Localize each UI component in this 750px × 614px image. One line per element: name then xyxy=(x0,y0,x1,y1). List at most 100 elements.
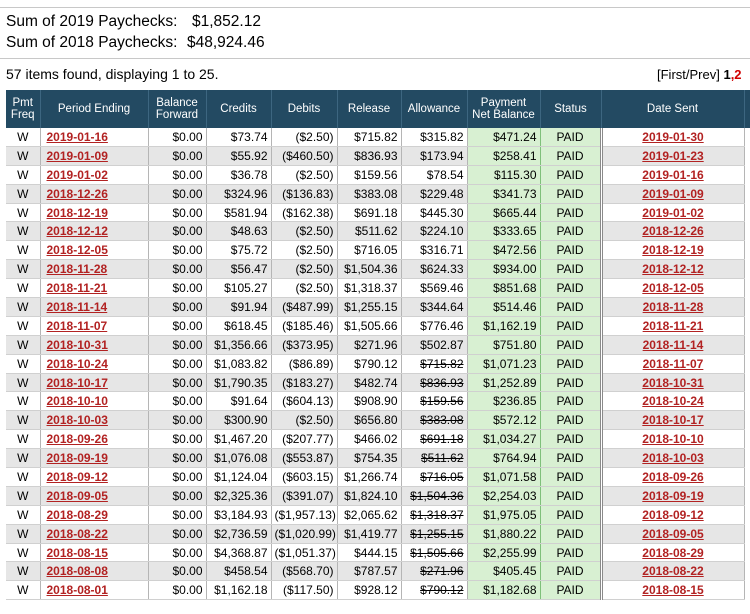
date-sent-link[interactable]: 2018-08-15 xyxy=(642,583,703,597)
date-sent-link[interactable]: 2018-12-26 xyxy=(642,224,703,238)
cell-release: $1,255.15 xyxy=(337,297,402,317)
date-sent-link[interactable]: 2018-12-19 xyxy=(642,243,703,257)
period-ending-link[interactable]: 2018-08-29 xyxy=(47,508,108,522)
period-ending-link[interactable]: 2018-10-31 xyxy=(47,338,108,352)
period-ending-link[interactable]: 2018-10-10 xyxy=(47,394,108,408)
cell-payment-net-balance: $1,162.19 xyxy=(466,316,541,336)
period-ending-link[interactable]: 2018-10-17 xyxy=(47,376,108,390)
period-ending-link[interactable]: 2018-12-12 xyxy=(47,224,108,238)
period-ending-link[interactable]: 2018-11-14 xyxy=(47,300,108,314)
pager-next-page-link[interactable]: ,2 xyxy=(731,67,742,82)
date-sent-link[interactable]: 2018-11-07 xyxy=(643,357,704,371)
cell-credits: $36.78 xyxy=(206,165,272,185)
date-sent-link[interactable]: 2018-09-26 xyxy=(642,470,703,484)
period-ending-link[interactable]: 2018-11-28 xyxy=(47,262,108,276)
date-sent-link[interactable]: 2018-09-05 xyxy=(642,527,703,541)
cell-payment-net-balance: $1,071.23 xyxy=(466,354,541,374)
cell-status: PAID xyxy=(540,297,603,317)
cell-debits: ($603.15) xyxy=(271,467,338,487)
period-ending-link[interactable]: 2018-09-12 xyxy=(47,470,108,484)
col-debits[interactable]: Debits xyxy=(271,90,338,128)
cell-pmt-freq: W xyxy=(6,373,41,393)
cell-payment-net-balance: $1,252.89 xyxy=(466,373,541,393)
col-pmt-freq[interactable]: Pmt Freq xyxy=(6,90,41,128)
date-sent-link[interactable]: 2018-09-19 xyxy=(642,489,703,503)
cell-allowance: $1,505.66 xyxy=(401,543,468,563)
cell-debits: ($460.50) xyxy=(271,146,338,166)
cell-status: PAID xyxy=(540,467,603,487)
col-release[interactable]: Release xyxy=(337,90,402,128)
cell-allowance: $691.18 xyxy=(401,429,468,450)
period-ending-link[interactable]: 2018-12-26 xyxy=(47,187,108,201)
cell-date-sent: 2019-01-16 xyxy=(601,165,745,185)
date-sent-link[interactable]: 2018-10-17 xyxy=(642,413,703,427)
table-row: W 2018-11-14 $0.00 $91.94 ($487.99) $1,255.15… xyxy=(6,297,745,317)
period-ending-link[interactable]: 2018-08-08 xyxy=(47,564,108,578)
cell-release: $271.96 xyxy=(337,335,402,355)
date-sent-link[interactable]: 2019-01-23 xyxy=(642,149,703,163)
date-sent-link[interactable]: 2018-10-03 xyxy=(642,451,703,465)
cell-payment-net-balance: $2,254.03 xyxy=(466,486,541,506)
cell-allowance: $502.87 xyxy=(401,335,468,355)
col-allowance[interactable]: Allowance xyxy=(401,90,468,128)
cell-pmt-freq: W xyxy=(6,259,41,280)
cell-credits: $91.64 xyxy=(206,391,272,412)
period-ending-link[interactable]: 2018-09-26 xyxy=(47,432,108,446)
cell-pmt-freq: W xyxy=(6,486,41,506)
date-sent-link[interactable]: 2018-11-21 xyxy=(643,319,704,333)
cell-balance-forward: $0.00 xyxy=(148,297,207,317)
col-period-ending[interactable]: Period Ending xyxy=(40,90,149,128)
cell-allowance: $569.46 xyxy=(401,278,468,299)
pager-current-page: 1 xyxy=(723,67,731,82)
cell-credits: $1,076.08 xyxy=(206,448,272,469)
col-balance-forward[interactable]: Balance Forward xyxy=(148,90,207,128)
date-sent-link[interactable]: 2019-01-09 xyxy=(642,187,703,201)
period-ending-link[interactable]: 2018-11-21 xyxy=(47,281,108,295)
cell-balance-forward: $0.00 xyxy=(148,467,207,487)
period-ending-link[interactable]: 2018-10-24 xyxy=(47,357,108,371)
cell-pmt-freq: W xyxy=(6,146,41,166)
col-status[interactable]: Status xyxy=(540,90,602,128)
date-sent-link[interactable]: 2018-11-28 xyxy=(643,300,704,314)
cell-credits: $105.27 xyxy=(206,278,272,299)
date-sent-link[interactable]: 2018-09-12 xyxy=(642,508,703,522)
date-sent-link[interactable]: 2019-01-02 xyxy=(642,206,703,220)
cell-balance-forward: $0.00 xyxy=(148,165,207,185)
cell-debits: ($136.83) xyxy=(271,184,338,204)
period-ending-link[interactable]: 2018-08-22 xyxy=(47,527,108,541)
col-credits[interactable]: Credits xyxy=(206,90,272,128)
cell-release: $790.12 xyxy=(337,354,402,374)
col-payment-net-balance[interactable]: Payment Net Balance xyxy=(467,90,541,128)
date-sent-link[interactable]: 2018-12-12 xyxy=(642,262,703,276)
period-ending-link[interactable]: 2018-11-07 xyxy=(47,319,108,333)
period-ending-link[interactable]: 2018-10-03 xyxy=(47,413,108,427)
date-sent-link[interactable]: 2018-12-05 xyxy=(642,281,703,295)
period-ending-link[interactable]: 2018-08-01 xyxy=(47,583,108,597)
date-sent-link[interactable]: 2018-10-24 xyxy=(642,394,703,408)
period-ending-link[interactable]: 2018-12-05 xyxy=(47,243,108,257)
period-ending-link[interactable]: 2018-09-19 xyxy=(47,451,108,465)
cell-period-ending: 2018-08-08 xyxy=(40,561,149,582)
date-sent-link[interactable]: 2019-01-30 xyxy=(642,130,703,144)
period-ending-link[interactable]: 2019-01-16 xyxy=(47,130,108,144)
cell-credits: $48.63 xyxy=(206,221,272,242)
cell-period-ending: 2019-01-09 xyxy=(40,146,149,166)
cell-balance-forward: $0.00 xyxy=(148,354,207,374)
period-ending-link[interactable]: 2018-12-19 xyxy=(47,206,108,220)
date-sent-link[interactable]: 2018-10-10 xyxy=(642,432,703,446)
cell-release: $1,504.36 xyxy=(337,259,402,280)
date-sent-link[interactable]: 2018-11-14 xyxy=(643,338,704,352)
date-sent-link[interactable]: 2018-10-31 xyxy=(642,376,703,390)
date-sent-link[interactable]: 2019-01-16 xyxy=(642,168,703,182)
period-ending-link[interactable]: 2018-08-15 xyxy=(47,546,108,560)
date-sent-link[interactable]: 2018-08-22 xyxy=(642,564,703,578)
cell-debits: ($2.50) xyxy=(271,128,338,147)
col-date-sent[interactable]: Date Sent xyxy=(601,90,745,128)
cell-payment-net-balance: $851.68 xyxy=(466,278,541,299)
period-ending-link[interactable]: 2018-09-05 xyxy=(47,489,108,503)
cell-period-ending: 2018-09-05 xyxy=(40,486,149,506)
table-row: W 2018-08-15 $0.00 $4,368.87 ($1,051.37) $444… xyxy=(6,543,745,563)
period-ending-link[interactable]: 2019-01-02 xyxy=(47,168,108,182)
date-sent-link[interactable]: 2018-08-29 xyxy=(642,546,703,560)
period-ending-link[interactable]: 2019-01-09 xyxy=(47,149,108,163)
